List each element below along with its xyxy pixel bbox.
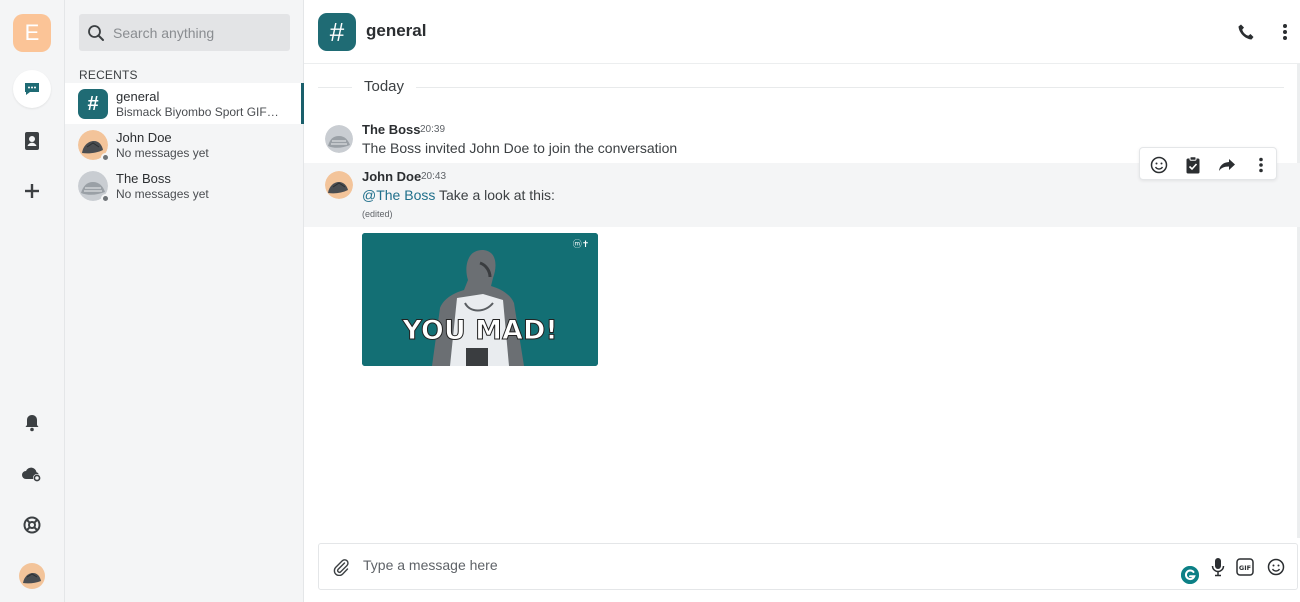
microphone-icon bbox=[1211, 558, 1225, 577]
gif-button[interactable]: GIF bbox=[1234, 556, 1256, 578]
react-button[interactable] bbox=[1148, 154, 1170, 176]
plus-icon bbox=[25, 184, 39, 198]
nav-contacts-button[interactable] bbox=[13, 122, 51, 160]
notifications-button[interactable] bbox=[13, 404, 51, 442]
profile-avatar-button[interactable] bbox=[13, 557, 51, 595]
conversation-item-the-boss[interactable]: The Boss No messages yet bbox=[65, 165, 304, 206]
day-separator-label: Today bbox=[362, 78, 411, 95]
conversation-item-john-doe[interactable]: John Doe No messages yet bbox=[65, 124, 304, 165]
copy-button[interactable] bbox=[1182, 154, 1204, 176]
voice-button[interactable] bbox=[1207, 556, 1229, 578]
offline-status-dot bbox=[101, 194, 110, 203]
more-vertical-icon bbox=[1283, 24, 1287, 40]
day-separator: Today bbox=[318, 78, 1284, 98]
avatar bbox=[325, 171, 353, 199]
grammarly-icon bbox=[1181, 566, 1199, 584]
search-input[interactable] bbox=[113, 24, 283, 41]
left-rail: E bbox=[0, 0, 65, 602]
contacts-icon bbox=[25, 132, 39, 150]
conversation-preview: No messages yet bbox=[116, 187, 209, 201]
gif-caption: YOU MAD! bbox=[402, 315, 558, 347]
gif-attachment[interactable]: ⓜ✝ YOU MAD! bbox=[362, 233, 598, 366]
conversation-item-general[interactable]: # general Bismack Biyombo Sport GIF by C… bbox=[65, 83, 304, 124]
paperclip-icon bbox=[333, 559, 349, 576]
forward-button[interactable] bbox=[1216, 154, 1238, 176]
message-input[interactable] bbox=[363, 557, 1143, 573]
gif-watermark: ⓜ✝ bbox=[573, 239, 590, 250]
emoji-picker-button[interactable] bbox=[1265, 556, 1287, 578]
message-author[interactable]: John Doe bbox=[362, 169, 421, 184]
channel-avatar: # bbox=[318, 13, 356, 51]
conversation-list-panel: RECENTS # general Bismack Biyombo Sport … bbox=[65, 0, 304, 602]
call-button[interactable] bbox=[1234, 20, 1258, 44]
message-timestamp: 20:39 bbox=[420, 124, 446, 135]
help-button[interactable] bbox=[13, 506, 51, 544]
nav-chats-button[interactable] bbox=[13, 70, 51, 108]
avatar bbox=[325, 125, 353, 153]
conversation-name: John Doe bbox=[116, 130, 172, 145]
chat-main-panel: # general Today The Boss 20:39 The Boss … bbox=[304, 0, 1300, 602]
clipboard-icon bbox=[1186, 156, 1200, 174]
search-box[interactable] bbox=[79, 14, 290, 51]
message-text: @The Boss Take a look at this: bbox=[362, 187, 555, 203]
lifebuoy-icon bbox=[23, 516, 41, 534]
message-more-button[interactable] bbox=[1250, 154, 1272, 176]
avatar bbox=[19, 563, 45, 589]
chat-header: # general bbox=[304, 0, 1300, 64]
recents-heading: RECENTS bbox=[79, 68, 138, 82]
search-icon bbox=[88, 24, 104, 41]
message-text: The Boss invited John Doe to join the co… bbox=[362, 140, 678, 156]
user-mention[interactable]: @The Boss bbox=[362, 187, 435, 203]
phone-icon bbox=[1238, 24, 1254, 40]
divider bbox=[318, 87, 352, 88]
app-window: E Search anything RECENTS # general Bism… bbox=[0, 0, 1300, 602]
message-actions-toolbar bbox=[1139, 147, 1277, 180]
bell-icon bbox=[25, 415, 39, 432]
nav-new-button[interactable] bbox=[13, 172, 51, 210]
channel-title: general bbox=[366, 21, 427, 40]
more-vertical-icon bbox=[1259, 157, 1263, 173]
more-options-button[interactable] bbox=[1273, 20, 1297, 44]
emoji-icon bbox=[1267, 558, 1285, 576]
message-timestamp: 20:43 bbox=[421, 171, 447, 182]
message-body: Take a look at this: bbox=[435, 187, 555, 203]
message-composer: GIF bbox=[318, 543, 1298, 590]
conversation-name: general bbox=[116, 89, 160, 104]
conversation-preview: Bismack Biyombo Sport GIF by Charlotte H… bbox=[116, 105, 282, 119]
divider bbox=[416, 87, 1284, 88]
cloud-settings-button[interactable] bbox=[13, 455, 51, 493]
forward-icon bbox=[1219, 159, 1235, 171]
cloud-settings-icon bbox=[22, 467, 41, 482]
chat-icon bbox=[25, 83, 39, 95]
offline-status-dot bbox=[101, 153, 110, 162]
edited-label: (edited) bbox=[362, 209, 393, 219]
conversation-name: The Boss bbox=[116, 171, 171, 186]
gif-icon: GIF bbox=[1236, 558, 1254, 576]
user-tile[interactable]: E bbox=[13, 14, 51, 52]
grammarly-button[interactable] bbox=[1180, 565, 1200, 585]
svg-text:GIF: GIF bbox=[1239, 564, 1251, 572]
emoji-icon bbox=[1150, 156, 1168, 174]
gif-image: ⓜ✝ bbox=[362, 233, 598, 366]
message-author[interactable]: The Boss bbox=[362, 122, 421, 137]
conversation-preview: No messages yet bbox=[116, 146, 209, 160]
channel-avatar: # bbox=[78, 89, 108, 119]
attach-button[interactable] bbox=[330, 556, 352, 578]
